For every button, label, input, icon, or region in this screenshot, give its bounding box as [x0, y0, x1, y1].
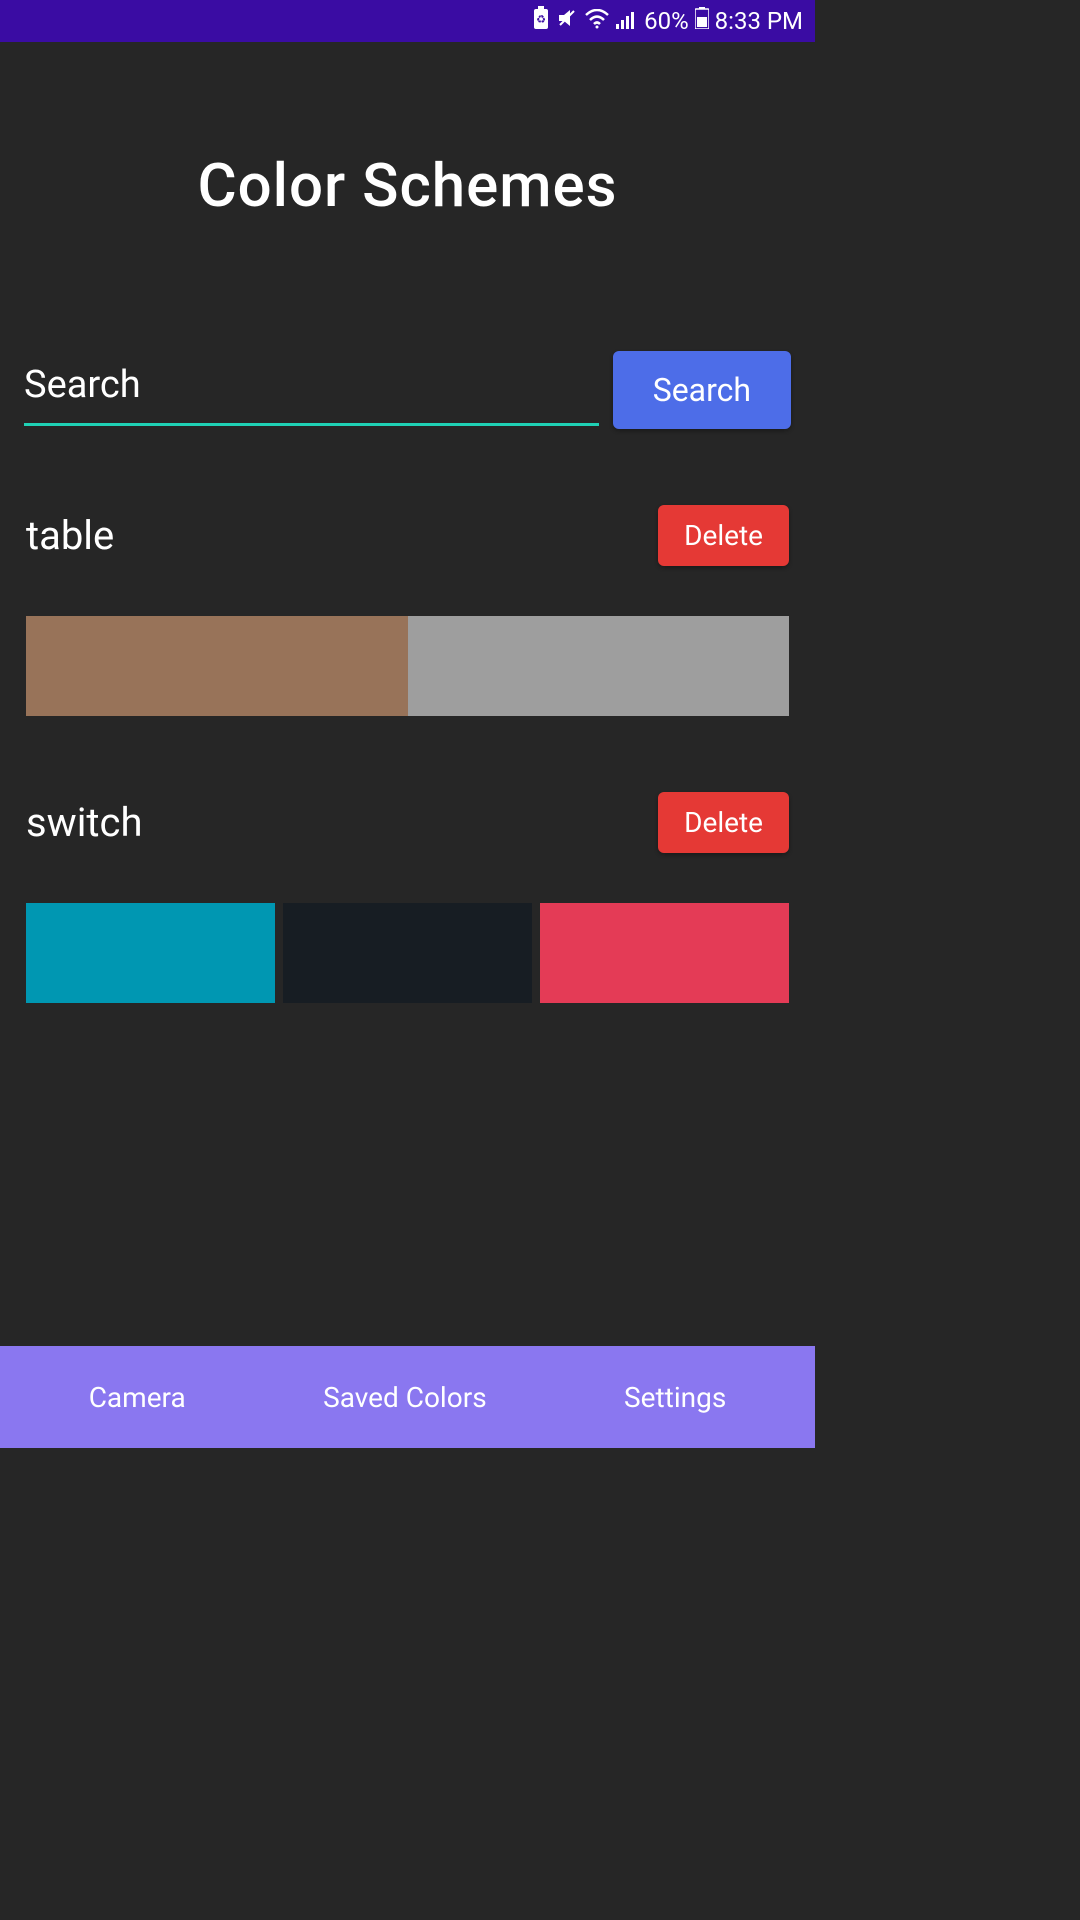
search-row: Search: [0, 351, 815, 429]
scheme-row: table Delete: [0, 505, 815, 716]
battery-icon: [695, 7, 709, 35]
signal-icon: [616, 7, 638, 35]
color-swatch[interactable]: [408, 616, 790, 716]
clock-text: 8:33 PM: [715, 7, 803, 35]
color-swatch[interactable]: [540, 903, 789, 1003]
scheme-name: table: [26, 512, 114, 559]
swatch-row: [26, 616, 789, 716]
nav-camera[interactable]: Camera: [89, 1381, 186, 1414]
search-input[interactable]: [24, 355, 599, 426]
search-button[interactable]: Search: [613, 351, 791, 429]
nav-settings[interactable]: Settings: [624, 1381, 726, 1414]
scheme-header: table Delete: [26, 505, 789, 566]
nav-saved-colors[interactable]: Saved Colors: [323, 1381, 487, 1414]
battery-percent: 60%: [644, 7, 689, 35]
scheme-row: switch Delete: [0, 792, 815, 1003]
swatch-row: [26, 903, 789, 1003]
color-swatch[interactable]: [283, 903, 532, 1003]
color-swatch[interactable]: [26, 903, 275, 1003]
scheme-name: switch: [26, 799, 142, 846]
status-bar: ♻ 60% 8:33 PM: [0, 0, 815, 42]
bottom-nav: Camera Saved Colors Settings: [0, 1346, 815, 1448]
mute-icon: [556, 7, 578, 35]
wifi-icon: [584, 7, 610, 35]
page-title: Color Schemes: [0, 42, 815, 351]
delete-button[interactable]: Delete: [658, 792, 789, 853]
status-icons: ♻ 60% 8:33 PM: [532, 6, 803, 36]
delete-button[interactable]: Delete: [658, 505, 789, 566]
main-content: Color Schemes Search table Delete switch…: [0, 42, 815, 1346]
color-swatch[interactable]: [26, 616, 408, 716]
battery-charging-icon: ♻: [532, 6, 550, 36]
svg-text:♻: ♻: [536, 13, 546, 26]
scheme-header: switch Delete: [26, 792, 789, 853]
